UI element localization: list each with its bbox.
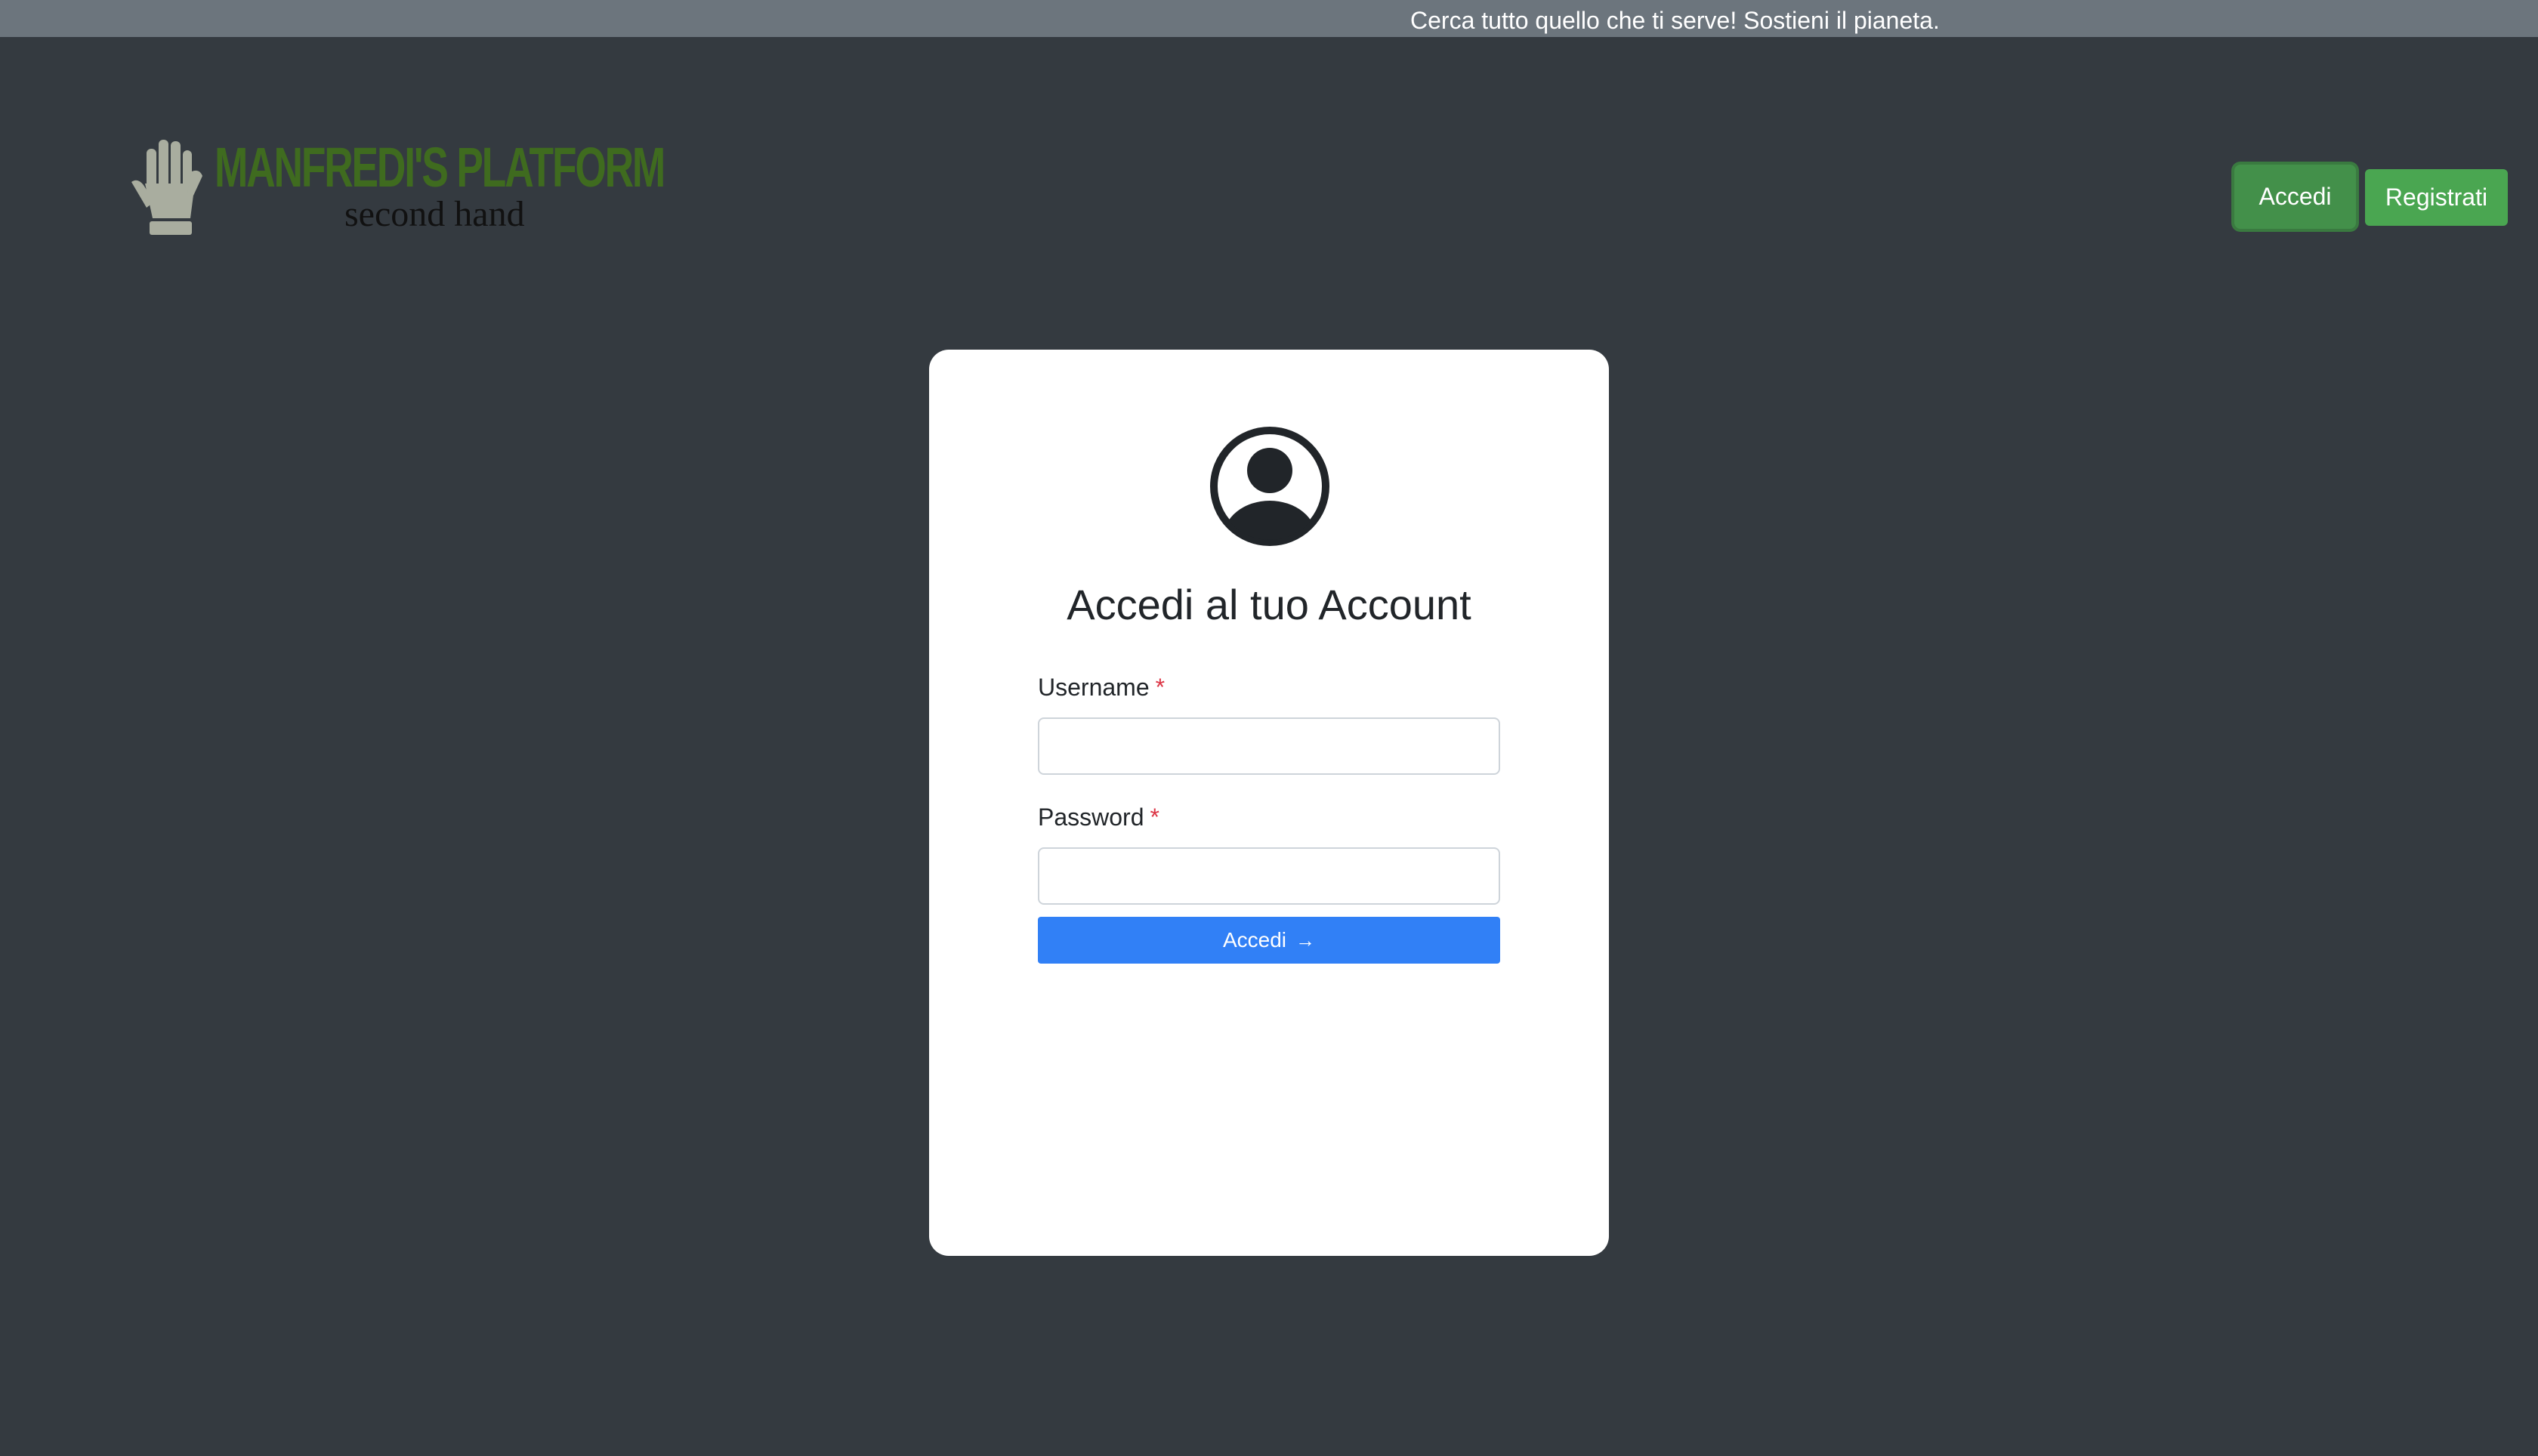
announcement-text: Cerca tutto quello che ti serve! Sostien…	[1410, 7, 1940, 34]
brand-subtitle: second hand	[344, 194, 525, 234]
username-input[interactable]	[1038, 717, 1500, 775]
password-label: Password *	[1038, 802, 1159, 832]
required-mark: *	[1150, 804, 1159, 831]
login-title: Accedi al tuo Account	[1067, 581, 1471, 628]
required-mark: *	[1155, 674, 1166, 701]
username-label: Username *	[1038, 672, 1165, 702]
announcement-bar: Cerca tutto quello che ti serve! Sostien…	[0, 0, 2538, 37]
brand-logo[interactable]: MANFREDI'S PLATFORM second hand	[127, 134, 665, 240]
user-circle-icon	[1210, 427, 1329, 546]
login-submit-button[interactable]: Accedi →	[1038, 917, 1500, 964]
nav-register-button[interactable]: Registrati	[2365, 169, 2508, 226]
username-label-text: Username	[1038, 674, 1150, 701]
brand-title: MANFREDI'S PLATFORM	[215, 136, 665, 199]
password-input[interactable]	[1038, 847, 1500, 905]
password-label-text: Password	[1038, 804, 1144, 831]
hand-icon	[131, 140, 202, 235]
login-card: Accedi al tuo Account Username * Password…	[929, 350, 1609, 1256]
nav-login-button[interactable]: Accedi	[2234, 165, 2356, 229]
arrow-right-icon: →	[1295, 929, 1316, 952]
login-submit-label: Accedi	[1222, 928, 1287, 952]
